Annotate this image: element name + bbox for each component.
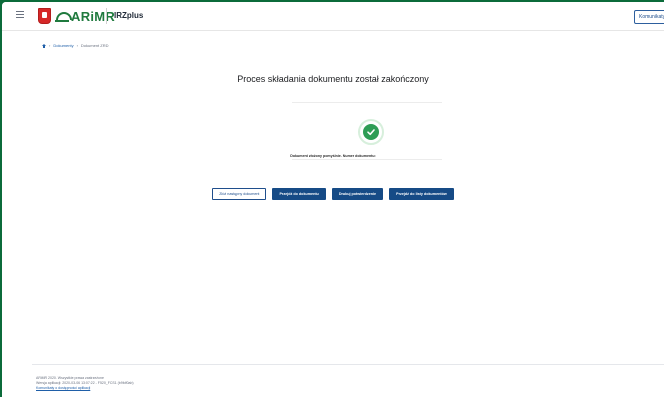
- home-icon[interactable]: [42, 43, 46, 48]
- success-check-icon: [358, 119, 384, 145]
- app-window: ARiMR IRZplus Komunikaty › Dokumenty › D…: [2, 2, 664, 397]
- breadcrumb: › Dokumenty › Dokument ZRD: [42, 43, 108, 48]
- menu-icon[interactable]: [16, 11, 24, 18]
- page-title: Proces składania dokumentu został zakońc…: [237, 74, 429, 84]
- breadcrumb-current: Dokument ZRD: [80, 43, 109, 48]
- footer-divider: [32, 364, 664, 365]
- breadcrumb-documents[interactable]: Dokumenty: [53, 43, 73, 48]
- print-confirmation-button[interactable]: Drukuj potwierdzenie: [331, 188, 384, 200]
- brand-wordmark: ARiMR: [71, 8, 116, 24]
- emblem-icon: [38, 8, 51, 24]
- breadcrumb-separator: ›: [76, 43, 78, 48]
- go-to-list-button[interactable]: Przejdź do listy dokumentów: [389, 188, 454, 200]
- arimr-logo[interactable]: ARiMR: [38, 8, 115, 24]
- app-name: IRZplus: [114, 11, 144, 20]
- arimr-mark-icon: [55, 9, 72, 23]
- notifications-button[interactable]: Komunikaty: [634, 10, 664, 24]
- status-message: Dokument złożony pomyślnie. Numer dokume…: [290, 154, 376, 158]
- top-bar: ARiMR IRZplus Komunikaty: [2, 2, 664, 31]
- go-to-document-button[interactable]: Przejdź do dokumentu: [272, 188, 326, 200]
- breadcrumb-separator: ›: [49, 43, 51, 48]
- header-divider: [106, 8, 107, 24]
- footer: ARiMR 2020. Wszystkie prawa zastrzeżone …: [36, 376, 134, 391]
- action-buttons: Złóż następny dokument Przejdź do dokume…: [2, 188, 664, 200]
- divider: [292, 159, 442, 160]
- divider: [292, 102, 442, 103]
- next-document-button[interactable]: Złóż następny dokument: [212, 188, 267, 200]
- accessibility-link[interactable]: Komunikaty o dostępności aplikacji: [36, 386, 134, 391]
